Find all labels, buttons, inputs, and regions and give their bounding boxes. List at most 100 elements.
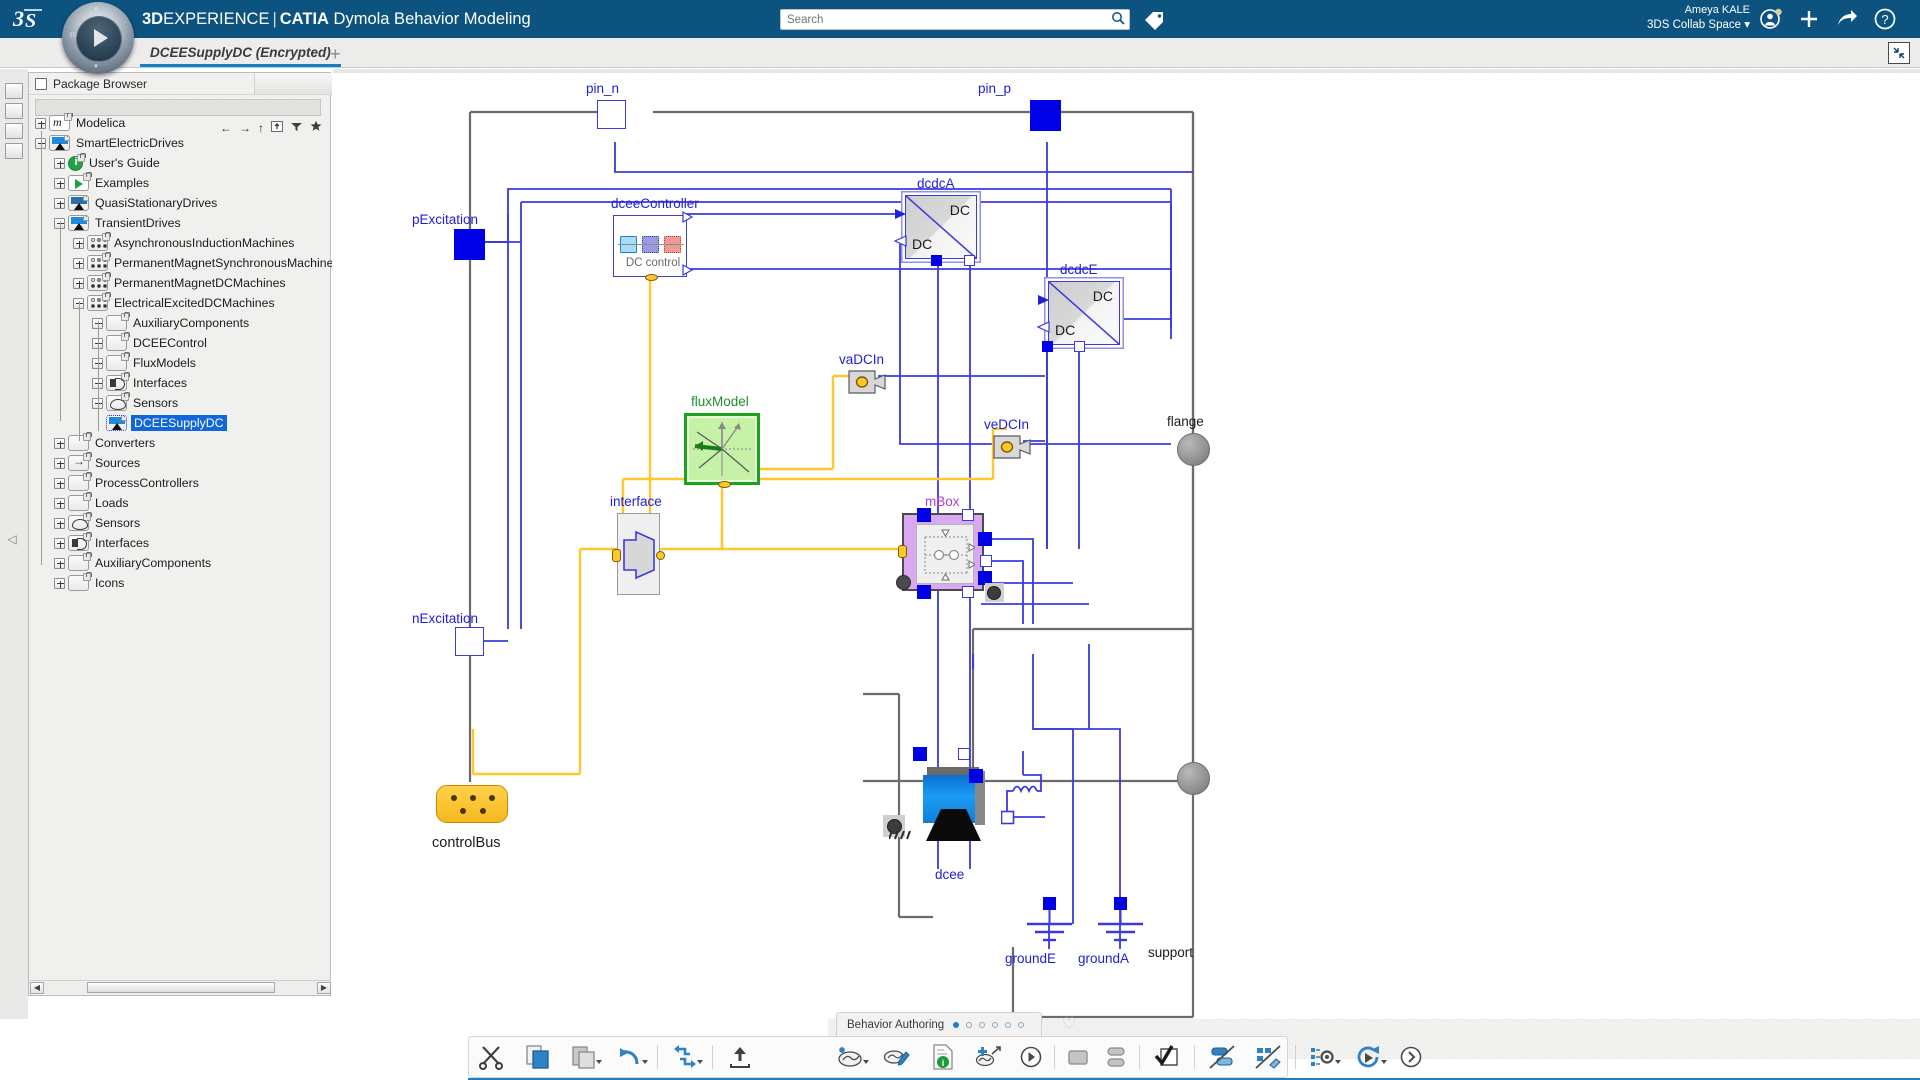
mbox-port-top-right[interactable] [962, 509, 974, 521]
dcdce-port-right-bottom[interactable] [1074, 341, 1085, 352]
page-dot-4[interactable] [992, 1021, 999, 1028]
tree-item-asynchronousinductionmachines[interactable]: AsynchronousInductionMachines [29, 232, 332, 253]
simulate-button[interactable] [1346, 1037, 1392, 1077]
tree-item-interfaces[interactable]: Interfaces [29, 372, 332, 393]
flux-model-bus-port[interactable] [718, 481, 731, 488]
help-icon[interactable]: ? [1872, 6, 1898, 32]
tree-item-sensors[interactable]: Sensors [29, 392, 332, 413]
expand-icon[interactable] [54, 557, 65, 569]
rail-button-2[interactable] [5, 103, 23, 119]
tree-item-dceecontrol[interactable]: DCEEControl [29, 332, 332, 353]
tree-item-converters[interactable]: Converters [29, 432, 332, 453]
component-support[interactable] [1177, 762, 1210, 795]
page-dot-2[interactable] [966, 1021, 973, 1028]
controller-bus-port[interactable] [645, 274, 658, 281]
package-tree[interactable]: Modelica SmartElectricDrives User's Guide E… [29, 113, 332, 955]
user-space[interactable]: 3DS Collab Space ▾ [1647, 18, 1750, 32]
expand-icon[interactable] [73, 237, 84, 249]
mbox-bus-port[interactable] [898, 545, 907, 558]
tree-item-dceesupplydc[interactable]: DCEESupplyDC [29, 413, 332, 433]
hide-component-button[interactable] [1199, 1037, 1245, 1077]
copy-button[interactable] [515, 1037, 561, 1077]
dcee-port-top-right[interactable] [958, 748, 970, 760]
tree-item-interfaces[interactable]: Interfaces [29, 532, 332, 553]
component-dcdca[interactable]: DC DC [905, 195, 977, 259]
behavior-toolbar[interactable]: i [828, 1036, 1430, 1078]
tree-item-icons[interactable]: Icons [29, 572, 332, 593]
update-button[interactable] [662, 1037, 708, 1077]
simulate-caret-icon[interactable] [1381, 1060, 1387, 1064]
compass-icon[interactable]: ▲ 3D ⋮ ▼ [62, 2, 134, 74]
dcee-port-right-top[interactable] [969, 769, 983, 783]
tree-item-sensors[interactable]: Sensors [29, 512, 332, 533]
favorite-heart-icon[interactable]: ♡ [1062, 1014, 1076, 1034]
tree-item-modelica[interactable]: Modelica [29, 113, 332, 133]
panel-header-tab[interactable] [254, 73, 332, 94]
tree-item-loads[interactable]: Loads [29, 492, 332, 513]
expand-icon[interactable] [54, 177, 65, 189]
page-dot-3[interactable] [979, 1021, 986, 1028]
scroll-left-arrow[interactable]: ◀ [30, 981, 44, 994]
document-info-button[interactable]: i [920, 1037, 966, 1077]
expand-icon[interactable] [35, 117, 46, 129]
expand-icon[interactable] [73, 257, 84, 269]
add-tab-button[interactable]: + [330, 44, 341, 65]
port-p-excitation[interactable] [454, 229, 485, 260]
section-page-dots[interactable] [953, 1021, 1025, 1028]
search-input[interactable] [781, 10, 1107, 29]
settings-button[interactable] [1300, 1037, 1346, 1077]
rail-button-4[interactable] [5, 143, 23, 159]
expand-icon[interactable] [54, 477, 65, 489]
port-pin-n[interactable] [597, 100, 626, 129]
expand-icon[interactable] [54, 157, 65, 169]
expand-icon[interactable] [54, 197, 65, 209]
page-dot-5[interactable] [1005, 1021, 1012, 1028]
run-button[interactable] [1012, 1037, 1050, 1077]
scroll-thumb[interactable] [86, 982, 275, 993]
component-vadcin[interactable] [845, 367, 891, 397]
rail-button-3[interactable] [5, 123, 23, 139]
tree-item-permanentmagnetsynchronousmachines[interactable]: PermanentMagnetSynchronousMachines [29, 252, 332, 273]
more-button[interactable] [1392, 1037, 1430, 1077]
tree-item-fluxmodels[interactable]: FluxModels [29, 352, 332, 373]
expand-icon[interactable] [54, 497, 65, 509]
dcdca-port-left-bottom[interactable] [931, 255, 942, 266]
tree-item-sources[interactable]: Sources [29, 452, 332, 473]
tree-item-examples[interactable]: Examples [29, 172, 332, 193]
expand-icon[interactable] [54, 517, 65, 529]
tree-item-processcontrollers[interactable]: ProcessControllers [29, 472, 332, 493]
tree-item-permanentmagnetdcmachines[interactable]: PermanentMagnetDCMachines [29, 272, 332, 293]
mbox-port-right-1[interactable] [978, 532, 992, 546]
tree-item-transientdrives[interactable]: TransientDrives [29, 213, 332, 233]
scroll-right-arrow[interactable]: ▶ [317, 981, 331, 994]
dcee-port-top-left[interactable] [913, 747, 927, 761]
behavior-caret-icon[interactable] [863, 1060, 869, 1064]
expand-icon[interactable] [54, 457, 65, 469]
collapse-panel-handle[interactable]: ◁ [4, 525, 20, 553]
diagram-canvas[interactable]: pin_n pin_p pExcitation nExcitation dcee… [333, 69, 1920, 1019]
tab-dceesupplydc[interactable]: DCEESupplyDC (Encrypted) [140, 41, 341, 67]
cut-button[interactable] [469, 1037, 515, 1077]
dcdce-port-left-bottom[interactable] [1042, 341, 1053, 352]
tree-item-auxiliarycomponents[interactable]: AuxiliaryComponents [29, 312, 332, 333]
tree-item-auxiliarycomponents[interactable]: AuxiliaryComponents [29, 552, 332, 573]
tree-item-user-s-guide[interactable]: User's Guide [29, 152, 332, 173]
rail-button-1[interactable] [5, 83, 23, 99]
component-ground-e[interactable] [1019, 897, 1079, 945]
behavior-model-button[interactable] [828, 1037, 874, 1077]
rectangle-tool-button[interactable] [1059, 1037, 1097, 1077]
interface-bus-port-left[interactable] [612, 549, 621, 562]
user-avatar-icon[interactable] [1758, 6, 1784, 32]
update-caret-icon[interactable] [697, 1060, 703, 1064]
page-dot-6[interactable] [1018, 1021, 1025, 1028]
port-n-excitation[interactable] [455, 627, 484, 656]
undo-button[interactable] [607, 1037, 653, 1077]
tree-item-electricalexciteddcmachines[interactable]: ElectricalExcitedDCMachines [29, 292, 332, 313]
search-box[interactable] [780, 9, 1130, 30]
modelica-diagram[interactable]: pin_n pin_p pExcitation nExcitation dcee… [333, 69, 1920, 1019]
edit-behavior-button[interactable] [874, 1037, 920, 1077]
component-ground-a[interactable] [1090, 897, 1150, 945]
component-mbox[interactable] [896, 508, 1004, 602]
mbox-mech-port-left[interactable] [896, 575, 911, 590]
component-interface[interactable] [612, 513, 665, 595]
